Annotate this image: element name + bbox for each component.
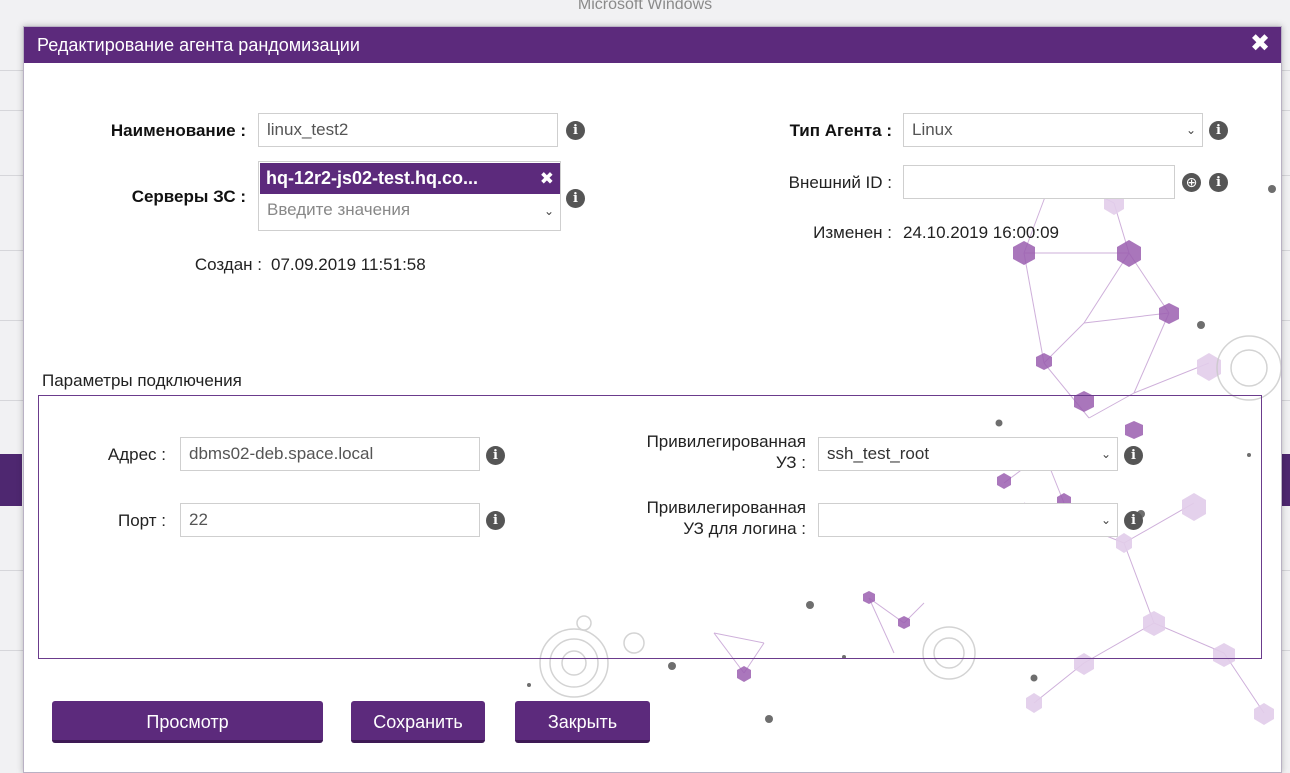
modified-value: 24.10.2019 16:00:09 <box>903 223 1059 242</box>
agent-type-label: Тип Агента : <box>789 121 892 140</box>
close-icon[interactable]: ✖ <box>1247 31 1273 57</box>
priv-account-select[interactable]: ssh_test_root ⌄ <box>818 437 1118 471</box>
agent-type-value: Linux <box>912 120 953 139</box>
info-icon[interactable]: i <box>486 511 505 530</box>
address-label: Адрес : <box>107 445 166 464</box>
background-window-title: Microsoft Windows <box>577 0 713 13</box>
dialog-titlebar: Редактирование агента рандомизации <box>24 27 1281 63</box>
server-tag-label: hq-12r2-js02-test.hq.co... <box>266 168 479 188</box>
port-label: Порт : <box>118 511 166 530</box>
info-icon[interactable]: i <box>1124 446 1143 465</box>
chevron-down-icon: ⌄ <box>1100 513 1111 527</box>
edit-agent-dialog: Редактирование агента рандомизации ✖ Наи… <box>23 26 1282 773</box>
remove-tag-icon[interactable]: ✖ <box>540 163 554 194</box>
external-id-input[interactable] <box>903 165 1175 199</box>
globe-icon[interactable]: ⊕ <box>1182 173 1201 192</box>
info-icon[interactable]: i <box>1209 121 1228 140</box>
priv-login-label-line2: УЗ для логина : <box>683 519 806 538</box>
name-label: Наименование : <box>110 121 246 140</box>
created-label: Создан : <box>194 255 262 274</box>
chevron-down-icon: ⌄ <box>1100 447 1111 461</box>
priv-login-select[interactable]: ⌄ <box>818 503 1118 537</box>
address-input[interactable]: dbms02-deb.space.local <box>180 437 480 471</box>
created-value: 07.09.2019 11:51:58 <box>271 255 426 274</box>
background-band <box>0 454 22 506</box>
external-id-label: Внешний ID : <box>788 173 892 192</box>
priv-account-label: Привилегированная УЗ : <box>584 431 806 473</box>
servers-placeholder: Введите значения <box>267 200 411 219</box>
save-button[interactable]: Сохранить <box>351 701 485 743</box>
chevron-down-icon: ⌄ <box>1185 123 1196 137</box>
priv-account-value: ssh_test_root <box>827 444 930 463</box>
info-icon[interactable]: i <box>566 121 585 140</box>
dialog-title: Редактирование агента рандомизации <box>37 35 360 55</box>
servers-label: Серверы ЗС : <box>131 187 246 206</box>
chevron-down-icon[interactable]: ⌄ <box>544 204 554 218</box>
close-button[interactable]: Закрыть <box>515 701 650 743</box>
modified-label: Изменен : <box>813 223 892 242</box>
preview-button[interactable]: Просмотр <box>52 701 323 743</box>
priv-login-label-line1: Привилегированная <box>646 498 806 517</box>
info-icon[interactable]: i <box>566 189 585 208</box>
port-input[interactable]: 22 <box>180 503 480 537</box>
priv-account-label-line2: УЗ : <box>775 453 806 472</box>
info-icon[interactable]: i <box>1124 511 1143 530</box>
info-icon[interactable]: i <box>486 446 505 465</box>
priv-account-label-line1: Привилегированная <box>646 432 806 451</box>
priv-login-label: Привилегированная УЗ для логина : <box>584 497 806 539</box>
agent-type-select[interactable]: Linux ⌄ <box>903 113 1203 147</box>
connection-section-title: Параметры подключения <box>42 371 242 390</box>
name-input[interactable]: linux_test2 <box>258 113 558 147</box>
server-tag: hq-12r2-js02-test.hq.co... ✖ <box>260 163 560 194</box>
info-icon[interactable]: i <box>1209 173 1228 192</box>
